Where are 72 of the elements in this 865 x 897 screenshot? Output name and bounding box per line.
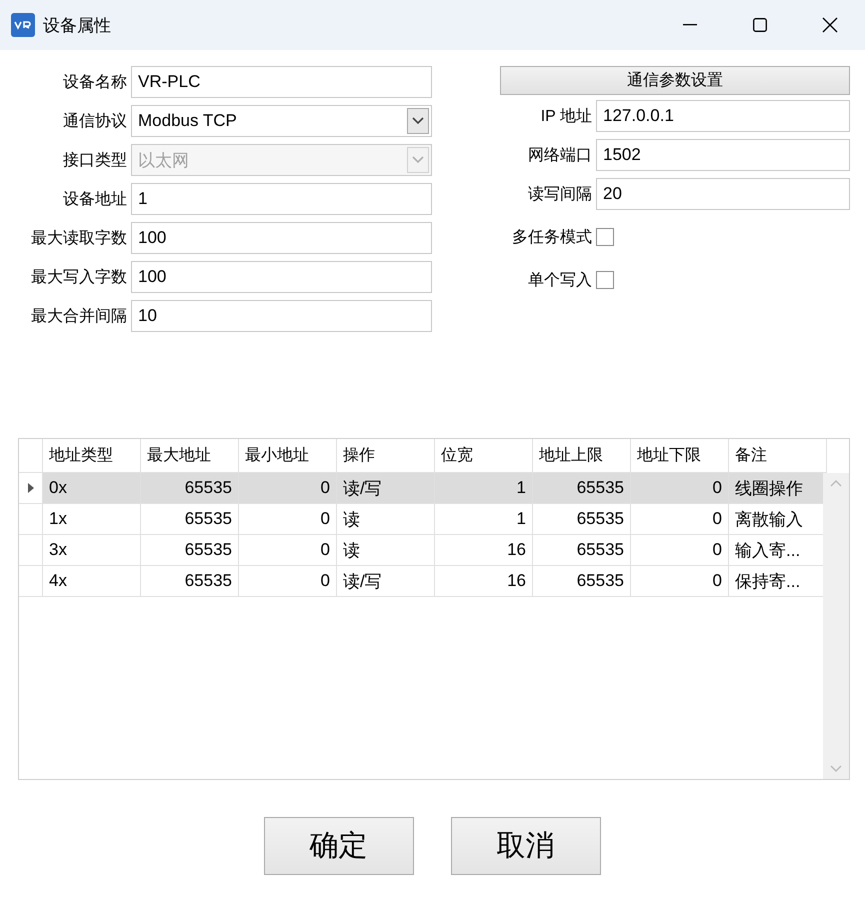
field-label: 设备名称 [62, 72, 127, 92]
table-cell: 0 [631, 566, 729, 597]
field-label: 最大写入字数 [30, 268, 127, 288]
field-label: 设备地址 [62, 190, 127, 210]
table-cell: 0 [631, 504, 729, 535]
table-cell: 16 [435, 566, 533, 597]
scroll-up-icon[interactable] [830, 479, 842, 487]
table-cell: 65535 [533, 504, 631, 535]
row-header[interactable] [19, 473, 43, 504]
dropdown-field[interactable]: Modbus TCP [131, 105, 432, 137]
table-cell: 0 [239, 473, 337, 504]
table-cell: 16 [435, 535, 533, 566]
checkbox[interactable] [596, 271, 614, 289]
table-cell: 1 [435, 473, 533, 504]
input-field[interactable]: 100 [131, 261, 432, 293]
field-label: 网络端口 [527, 146, 592, 166]
comm-settings-button[interactable]: 通信参数设置 [500, 66, 850, 95]
table-cell: 0x [43, 473, 141, 504]
input-field[interactable]: 100 [131, 222, 432, 254]
checkbox-label: 单个写入 [527, 270, 592, 290]
cancel-button[interactable]: 取消 [450, 817, 600, 875]
checkbox[interactable] [596, 228, 614, 246]
field-label: 通信协议 [62, 112, 127, 132]
field-label: 接口类型 [62, 150, 127, 170]
table-cell: 0 [239, 566, 337, 597]
field-label: 最大合并间隔 [30, 306, 127, 326]
column-header[interactable]: 备注 [729, 439, 827, 473]
column-header[interactable]: 操作 [337, 439, 435, 473]
table-cell: 65535 [533, 535, 631, 566]
table-cell: 65535 [141, 535, 239, 566]
input-field[interactable]: 1 [131, 183, 432, 215]
table-cell: 读 [337, 504, 435, 535]
table-cell: 0 [239, 535, 337, 566]
table-cell: 65535 [533, 473, 631, 504]
table-cell: 65535 [533, 566, 631, 597]
window-title: 设备属性 [43, 14, 112, 36]
table-cell: 读/写 [337, 566, 435, 597]
column-header[interactable]: 地址下限 [631, 439, 729, 473]
ok-button[interactable]: 确定 [264, 817, 414, 875]
scrollbar[interactable] [823, 473, 849, 779]
minimize-icon [683, 24, 697, 26]
field-label: 最大读取字数 [30, 228, 127, 248]
table-cell: 3x [43, 535, 141, 566]
table-cell: 0 [631, 473, 729, 504]
input-field[interactable]: 20 [596, 178, 850, 210]
table-cell: 1x [43, 504, 141, 535]
table-cell: 65535 [141, 566, 239, 597]
column-header[interactable]: 位宽 [435, 439, 533, 473]
field-label: IP 地址 [540, 106, 592, 126]
column-header[interactable]: 地址上限 [533, 439, 631, 473]
column-header[interactable]: 最小地址 [239, 439, 337, 473]
checkbox-label: 多任务模式 [511, 228, 592, 248]
column-header[interactable]: 最大地址 [141, 439, 239, 473]
app-logo-icon [11, 13, 35, 37]
table-cell: 4x [43, 566, 141, 597]
table-cell: 0 [239, 504, 337, 535]
input-field[interactable]: 127.0.0.1 [596, 100, 850, 132]
maximize-icon [753, 18, 767, 32]
column-header[interactable]: 地址类型 [43, 439, 141, 473]
input-field[interactable]: VR-PLC [131, 66, 432, 98]
close-icon [822, 17, 838, 33]
table-cell: 65535 [141, 504, 239, 535]
input-field[interactable]: 1502 [596, 139, 850, 171]
table-cell: 读/写 [337, 473, 435, 504]
input-field[interactable]: 10 [131, 300, 432, 332]
field-label: 读写间隔 [527, 184, 592, 204]
table-cell: 读 [337, 535, 435, 566]
row-pointer-icon [28, 483, 34, 493]
table-cell: 65535 [141, 473, 239, 504]
table-cell: 0 [631, 535, 729, 566]
scroll-down-icon[interactable] [830, 765, 842, 773]
table-cell: 1 [435, 504, 533, 535]
